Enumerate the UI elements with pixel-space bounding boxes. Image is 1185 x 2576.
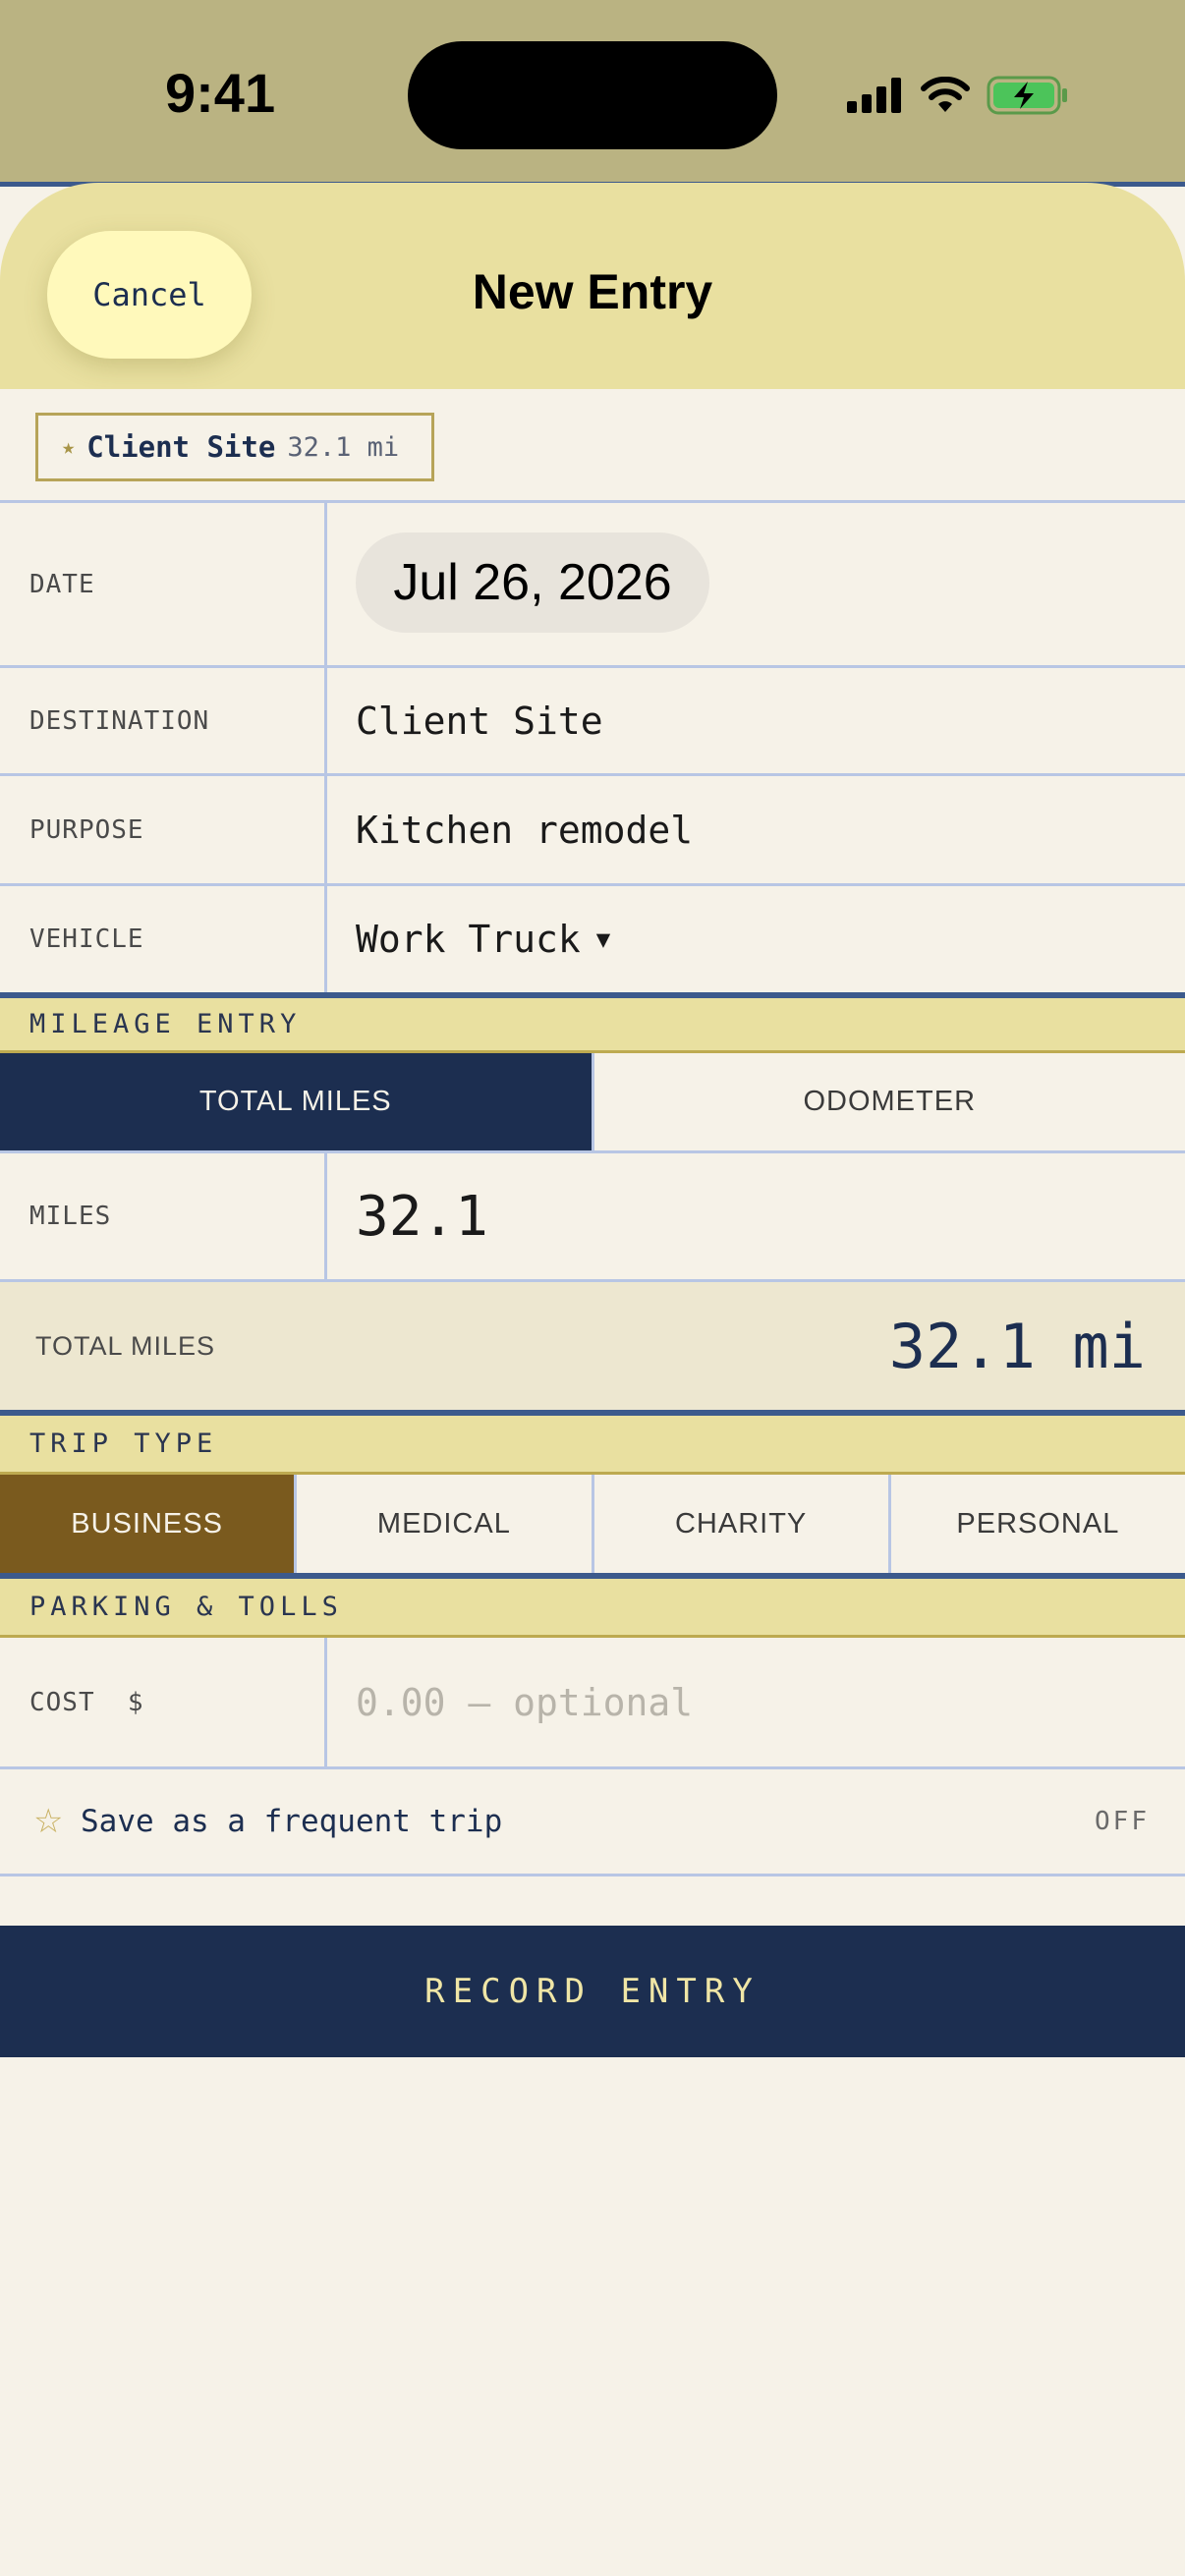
purpose-label: PURPOSE [29,814,144,845]
frequent-trip-chip[interactable]: ★ Client Site 32.1 mi [35,413,434,481]
status-bar: 9:41 [0,0,1185,187]
row-divider [324,1153,327,1279]
miles-label: MILES [29,1202,112,1231]
wifi-icon [921,77,970,112]
cost-label: COST $ [29,1687,144,1717]
chevron-down-icon: ▼ [595,925,611,953]
row-divider [324,503,327,665]
page-title: New Entry [472,264,713,319]
total-miles-label: TOTAL MILES [35,1330,216,1361]
frequent-trip-toggle-state[interactable]: OFF [1095,1769,1150,1874]
date-picker[interactable]: Jul 26, 2026 [356,532,709,633]
miles-row: MILES 32.1 [0,1153,1185,1282]
frequent-trip-name: Client Site [86,430,276,464]
row-divider [324,886,327,992]
row-divider [324,668,327,773]
trip-type-business[interactable]: BUSINESS [0,1475,298,1573]
trip-type-personal[interactable]: PERSONAL [890,1475,1185,1573]
cost-row: COST $ 0.00 — optional [0,1638,1185,1766]
vehicle-select[interactable]: Work Truck ▼ [356,886,610,992]
mileage-mode-segmented: TOTAL MILES ODOMETER [0,1053,1185,1153]
section-parking-tolls: PARKING & TOLLS [0,1573,1185,1638]
trip-type-medical[interactable]: MEDICAL [297,1475,594,1573]
total-miles-summary: TOTAL MILES 32.1 mi [0,1282,1185,1410]
trip-type-charity[interactable]: CHARITY [593,1475,891,1573]
vehicle-row: VEHICLE Work Truck ▼ [0,886,1185,992]
total-miles-value: 32.1 mi [888,1310,1146,1382]
date-row: DATE Jul 26, 2026 [0,503,1185,668]
frequent-trip-distance: 32.1 mi [287,431,400,463]
destination-field[interactable]: Client Site [356,668,603,773]
section-trip-type: TRIP TYPE [0,1410,1185,1475]
status-time: 9:41 [165,62,276,124]
star-icon: ★ [62,434,76,460]
destination-label: DESTINATION [29,705,210,736]
vehicle-value: Work Truck [356,918,581,961]
row-divider [324,1638,327,1766]
trip-type-segmented: BUSINESS MEDICAL CHARITY PERSONAL [0,1475,1185,1573]
star-outline-icon: ☆ [33,1803,64,1840]
destination-row: DESTINATION Client Site [0,668,1185,776]
status-icons [847,71,1069,120]
date-label: DATE [29,569,95,599]
battery-charging-icon [987,76,1067,115]
cost-input[interactable]: 0.00 — optional [356,1638,693,1766]
frequent-trip-toggle-label: Save as a frequent trip [81,1804,503,1839]
miles-input[interactable]: 32.1 [356,1153,488,1279]
frequent-trips-bar: ★ Client Site 32.1 mi [0,389,1185,503]
purpose-field[interactable]: Kitchen remodel [356,776,693,883]
mode-total-miles[interactable]: TOTAL MILES [0,1053,594,1150]
frequent-trip-toggle-row[interactable]: ☆ Save as a frequent trip OFF [0,1766,1185,1876]
dynamic-island [408,41,777,149]
record-entry-button[interactable]: RECORD ENTRY [0,1926,1185,2057]
vehicle-label: VEHICLE [29,924,144,954]
row-divider [324,776,327,883]
mode-odometer[interactable]: ODOMETER [593,1053,1185,1150]
cellular-signal-icon [847,78,901,113]
purpose-row: PURPOSE Kitchen remodel [0,776,1185,886]
section-mileage-entry: MILEAGE ENTRY [0,992,1185,1053]
